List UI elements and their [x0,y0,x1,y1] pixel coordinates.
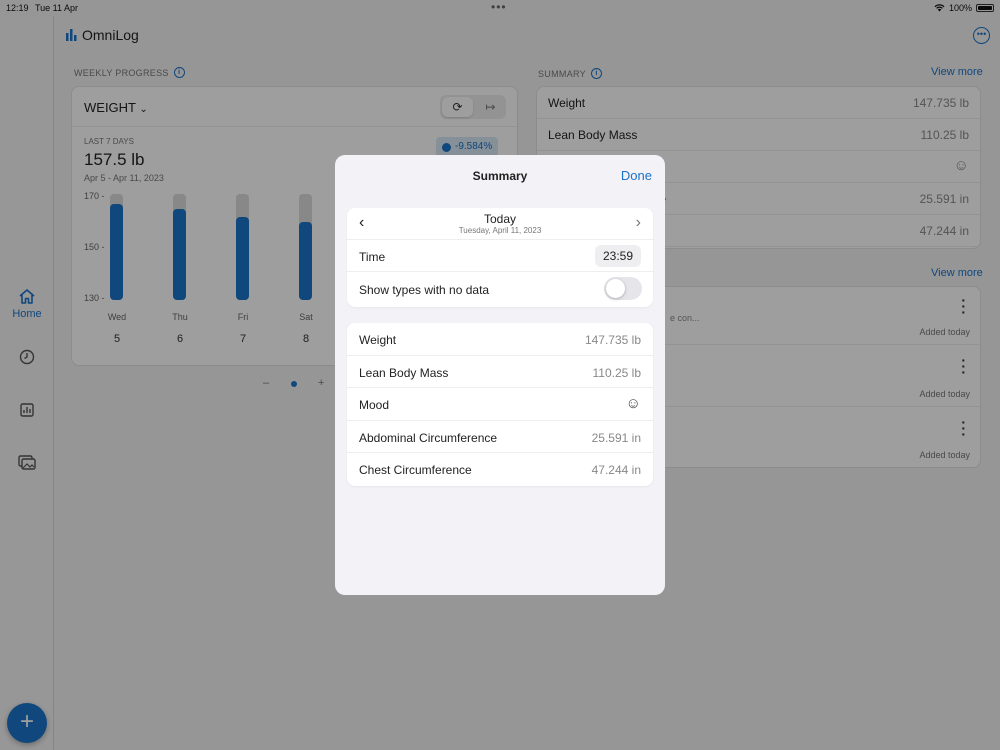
date-time-group: ‹ Today Tuesday, April 11, 2023 › Time 2… [347,208,653,307]
show-empty-toggle[interactable] [604,277,642,300]
measurement-row[interactable]: Chest Circumference 47.244 in [347,453,653,486]
measurement-value: 147.735 lb [584,333,641,347]
measurement-value: 47.244 in [591,463,641,478]
done-button[interactable]: Done [621,168,652,183]
summary-modal: Summary Done ‹ Today Tuesday, April 11, … [335,155,665,595]
time-picker[interactable]: 23:59 [594,245,641,267]
date-navigator: ‹ Today Tuesday, April 11, 2023 › [347,208,653,240]
measurements-group: Weight 147.735 lb Lean Body Mass 110.25 lb… [347,323,653,486]
date-title: Today [483,212,517,226]
measurement-row[interactable]: Weight 147.735 lb [347,323,653,356]
measurement-value: 25.591 in [591,430,641,445]
toggle-knob [606,279,625,298]
time-label: Time [359,250,386,264]
measurement-label: Weight [359,333,397,347]
measurement-row[interactable]: Abdominal Circumference 25.591 in [347,421,653,454]
chevron-right-icon[interactable]: › [636,214,641,232]
smiley-icon: ☺ [625,395,641,413]
measurement-label: Lean Body Mass [359,365,449,380]
date-subtitle: Tuesday, April 11, 2023 [458,226,542,235]
measurement-label: Chest Circumference [359,463,472,478]
modal-title: Summary [472,169,528,183]
measurement-value: 110.25 lb [592,365,642,380]
measurement-row[interactable]: Lean Body Mass 110.25 lb [347,356,653,389]
measurement-label: Abdominal Circumference [359,430,498,445]
show-empty-row: Show types with no data [347,272,653,307]
measurement-row[interactable]: Mood ☺ [347,388,653,421]
show-empty-label: Show types with no data [359,283,490,297]
measurement-label: Mood [359,398,390,413]
time-row: Time 23:59 [347,240,653,272]
